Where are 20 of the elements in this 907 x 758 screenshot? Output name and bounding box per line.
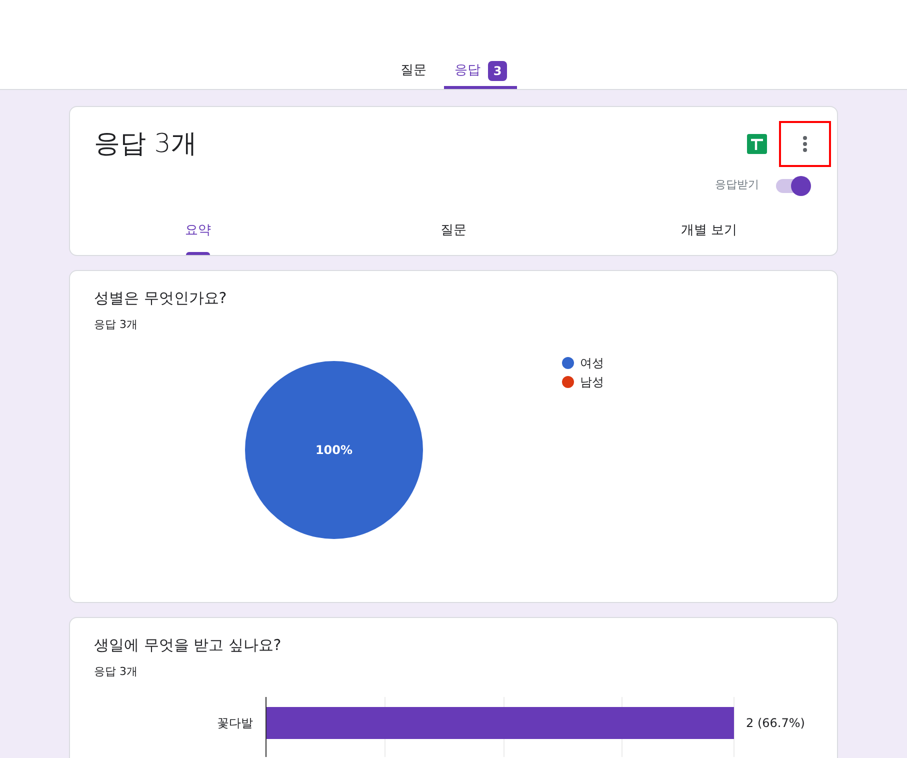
response-count: 응답 3개 bbox=[94, 317, 138, 333]
nav-tab[interactable]: 응답 3 bbox=[444, 59, 517, 89]
category-label: 꽃다발 bbox=[217, 716, 253, 730]
summary-tab[interactable]: 질문 bbox=[326, 213, 582, 254]
summary-tab[interactable]: 개별 보기 bbox=[581, 213, 838, 254]
question-title: 생일에 무엇을 받고 싶나요? bbox=[94, 634, 282, 656]
legend-label: 여성 bbox=[580, 356, 604, 370]
more-icon bbox=[803, 136, 807, 152]
response-count: 응답 3개 bbox=[94, 664, 138, 680]
summary-tab[interactable]: 요약 bbox=[70, 213, 326, 254]
question-title: 성별은 무엇인가요? bbox=[94, 288, 228, 308]
accepting-label: 응답받기 bbox=[715, 176, 759, 193]
accepting-switch[interactable] bbox=[775, 173, 813, 197]
nav-tab[interactable]: 질문 bbox=[390, 59, 436, 89]
value-label: 2 (66.7%) bbox=[746, 716, 805, 730]
responses-title: 응답 3개 bbox=[94, 128, 198, 160]
legend-label: 남성 bbox=[580, 374, 604, 388]
spreadsheet-icon[interactable] bbox=[747, 134, 767, 154]
count-badge: 3 bbox=[488, 60, 507, 80]
slice-label: 100% bbox=[315, 442, 353, 456]
